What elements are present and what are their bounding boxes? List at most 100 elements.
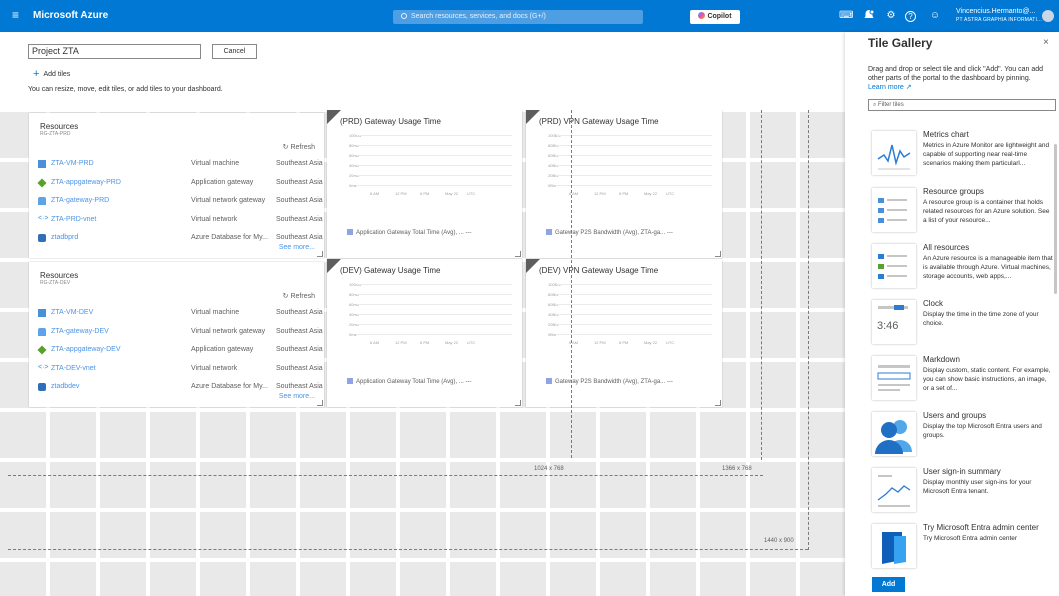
see-more-link[interactable]: See more...: [279, 244, 315, 252]
resize-handle[interactable]: [515, 251, 521, 257]
resource-row[interactable]: ZTA-appgateway-PRD Application gateway Sou…: [37, 178, 330, 188]
chart-legend[interactable]: Application Gateway Total Time (Avg), ..…: [347, 229, 472, 237]
gallery-item-title: Clock: [923, 299, 944, 308]
feedback-icon[interactable]: ☺: [928, 9, 942, 23]
chart-title: (DEV) VPN Gateway Usage Time: [539, 266, 659, 275]
brand-title[interactable]: Microsoft Azure: [33, 10, 108, 22]
gallery-item-entra-admin-center[interactable]: Try Microsoft Entra admin center Try Micr…: [868, 520, 1053, 576]
legend-swatch: [347, 378, 353, 384]
gallery-item-resource-groups[interactable]: Resource groups A resource group is a con…: [868, 184, 1053, 240]
resource-name[interactable]: ZTA-PRD-vnet: [51, 215, 96, 225]
legend-more: ---: [465, 230, 472, 236]
resource-name[interactable]: ZTA-VM-PRD: [51, 159, 94, 169]
resource-row[interactable]: ZTA-VM-PRD Virtual machine Southeast Asia: [38, 159, 330, 169]
gallery-item-metrics-chart[interactable]: Metrics chart Metrics in Azure Monitor ar…: [868, 127, 1053, 183]
grid-cell: [750, 462, 796, 508]
grid-cell: [100, 412, 146, 458]
user-avatar[interactable]: [1042, 10, 1054, 22]
x-tick-label: May 22: [644, 191, 658, 196]
filter-tiles-input[interactable]: ⌕ Filter tiles: [868, 99, 1056, 111]
grid-cell: [0, 462, 46, 508]
resource-row[interactable]: ZTA-gateway-DEV Virtual network gateway So…: [38, 327, 330, 337]
resize-handle[interactable]: [715, 400, 721, 406]
learn-more-link[interactable]: Learn more ↗: [868, 83, 912, 92]
resource-name[interactable]: ZTA-DEV-vnet: [51, 364, 96, 374]
refresh-button[interactable]: ↻ Refresh: [283, 293, 315, 301]
resource-row[interactable]: ZTA-appgateway-DEV Application gateway Sou…: [37, 345, 330, 355]
virtual-machine-icon: [38, 309, 46, 317]
resize-handle[interactable]: [515, 400, 521, 406]
x-tick-label: 6 AM: [370, 191, 380, 196]
dashboard-name-input[interactable]: Project ZTA: [28, 44, 201, 59]
resources-tile-dev[interactable]: Resources RG-ZTA-DEV ↻ Refresh ZTA-VM-DE…: [29, 262, 324, 407]
resize-handle[interactable]: [715, 251, 721, 257]
resource-name[interactable]: ZTA-appgateway-PRD: [51, 178, 121, 188]
resource-row[interactable]: ztadbdev Azure Database for My... Southeas…: [38, 382, 330, 392]
grid-cell: [50, 512, 96, 558]
chart-tile-prd-vpn-gateway[interactable]: (PRD) VPN Gateway Usage Time 100B/s 80B/s 6…: [526, 110, 722, 258]
grid-cell: [550, 412, 596, 458]
gallery-item-users-and-groups[interactable]: Users and groups Display the top Microsof…: [868, 408, 1053, 464]
resources-tile-prd[interactable]: Resources RG-ZTA-PRD ↻ Refresh ZTA-VM-PR…: [29, 113, 324, 258]
grid-cell: [250, 512, 296, 558]
global-search-input[interactable]: Search resources, services, and docs (G+…: [393, 10, 643, 24]
y-tick-label: 0ms: [349, 332, 357, 337]
grid-cell: [300, 512, 346, 558]
resource-row[interactable]: ZTA-VM-DEV Virtual machine Southeast Asia: [38, 308, 330, 318]
add-button[interactable]: Add: [872, 577, 905, 592]
user-name[interactable]: Vincencius.Hermanto@...: [956, 8, 1035, 16]
chart-tile-dev-vpn-gateway[interactable]: (DEV) VPN Gateway Usage Time 100B/s 80B/s 6…: [526, 259, 722, 407]
resource-type: Azure Database for My...: [191, 234, 268, 241]
chart-title: (DEV) Gateway Usage Time: [340, 266, 441, 275]
chart-tile-dev-gateway[interactable]: (DEV) Gateway Usage Time 100ms 80ms 60ms 40m…: [327, 259, 522, 407]
network-gateway-icon: [38, 197, 46, 205]
grid-cell: [750, 362, 796, 408]
resource-row[interactable]: ZTA-gateway-PRD Virtual network gateway So…: [38, 196, 330, 206]
resource-name[interactable]: ztadbprd: [51, 233, 78, 243]
hamburger-menu-icon[interactable]: ≡: [12, 8, 19, 22]
resize-handle[interactable]: [317, 251, 323, 257]
gridline: [357, 145, 512, 146]
cloud-shell-icon[interactable]: ⌨: [839, 9, 853, 23]
chart-tile-prd-gateway[interactable]: (PRD) Gateway Usage Time 100ms 80ms 60ms 40m…: [327, 110, 522, 258]
gallery-item-description: Metrics in Azure Monitor are lightweight…: [923, 142, 1050, 167]
gallery-scrollbar[interactable]: [1054, 144, 1057, 294]
add-tiles-button[interactable]: + Add tiles: [33, 69, 70, 80]
resource-row[interactable]: ztadbprd Azure Database for My... Southeas…: [38, 233, 330, 243]
metrics-chart-icon: [872, 131, 916, 175]
gallery-item-clock[interactable]: 3:46 Clock Display the time in the time zo…: [868, 296, 1053, 352]
grid-cell: [250, 462, 296, 508]
y-tick-label: 0B/s: [548, 332, 557, 337]
gallery-item-user-sign-in-summary[interactable]: User sign-in summary Display monthly user…: [868, 464, 1053, 520]
resource-name[interactable]: ZTA-appgateway-DEV: [51, 345, 121, 355]
chart-legend[interactable]: Application Gateway Total Time (Avg), ..…: [347, 378, 472, 386]
grid-cell: [250, 562, 296, 596]
refresh-button[interactable]: ↻ Refresh: [283, 144, 315, 152]
settings-gear-icon[interactable]: ⚙: [884, 9, 898, 23]
grid-cell: [750, 412, 796, 458]
gallery-item-all-resources[interactable]: All resources An Azure resource is a mana…: [868, 240, 1053, 296]
resize-handle[interactable]: [317, 400, 323, 406]
copilot-button[interactable]: Copilot: [690, 10, 740, 24]
gallery-item-markdown[interactable]: Markdown Display custom, static content. …: [868, 352, 1053, 408]
gridline: [357, 314, 512, 315]
close-icon[interactable]: ×: [1043, 37, 1049, 49]
notifications-icon[interactable]: [862, 9, 876, 23]
resource-row[interactable]: <·> ZTA-PRD-vnet Virtual network Southeast …: [38, 215, 330, 225]
see-more-link[interactable]: See more...: [279, 393, 315, 401]
resource-name[interactable]: ztadbdev: [51, 382, 79, 392]
filter-placeholder: Filter tiles: [878, 102, 904, 108]
virtual-network-icon: <·>: [38, 215, 49, 222]
grid-cell: [200, 412, 246, 458]
gridline: [357, 135, 512, 136]
cancel-button[interactable]: Cancel: [212, 44, 257, 59]
resource-name[interactable]: ZTA-gateway-DEV: [51, 327, 109, 337]
chart-legend[interactable]: Gateway P2S Bandwidth (Avg), ZTA-ga... -…: [546, 378, 673, 386]
help-icon[interactable]: ?: [905, 11, 916, 22]
resource-row[interactable]: <·> ZTA-DEV-vnet Virtual network Southeast …: [38, 364, 330, 374]
resolution-guide-horizontal: [8, 475, 763, 476]
resource-name[interactable]: ZTA-VM-DEV: [51, 308, 93, 318]
resource-name[interactable]: ZTA-gateway-PRD: [51, 196, 109, 206]
grid-cell: [400, 512, 446, 558]
chart-legend[interactable]: Gateway P2S Bandwidth (Avg), ZTA-ga... -…: [546, 229, 673, 237]
